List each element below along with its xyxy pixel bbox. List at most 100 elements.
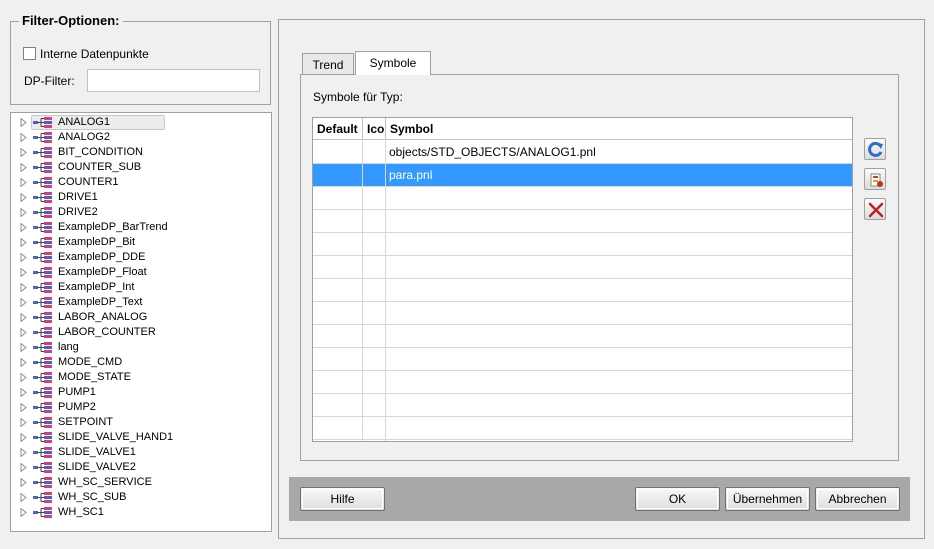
table-cell-symbol[interactable]	[386, 210, 852, 232]
tree-item[interactable]: PUMP1	[11, 385, 271, 400]
table-cell-default[interactable]	[313, 141, 363, 163]
tab-symbole[interactable]: Symbole	[355, 51, 431, 75]
cancel-button[interactable]: Abbrechen	[815, 487, 900, 511]
table-cell-icon[interactable]	[363, 141, 386, 163]
table-cell-icon[interactable]	[363, 440, 386, 441]
table-cell-default[interactable]	[313, 256, 363, 278]
tree-item[interactable]: SETPOINT	[11, 415, 271, 430]
expand-arrow-icon[interactable]	[20, 118, 27, 127]
table-cell-symbol[interactable]	[386, 371, 852, 393]
column-header-symbol[interactable]: Symbol	[386, 118, 852, 140]
table-cell-default[interactable]	[313, 348, 363, 370]
tree-item[interactable]: ExampleDP_Text	[11, 295, 271, 310]
expand-arrow-icon[interactable]	[20, 238, 27, 247]
tree-item[interactable]: lang	[11, 340, 271, 355]
table-cell-icon[interactable]	[363, 348, 386, 370]
expand-arrow-icon[interactable]	[20, 148, 27, 157]
table-cell-default[interactable]	[313, 394, 363, 416]
tree-item[interactable]: SLIDE_VALVE2	[11, 460, 271, 475]
tree-item[interactable]: MODE_CMD	[11, 355, 271, 370]
expand-arrow-icon[interactable]	[20, 493, 27, 502]
tree-item[interactable]: SLIDE_VALVE_HAND1	[11, 430, 271, 445]
table-cell-default[interactable]	[313, 164, 363, 186]
tab-trend[interactable]: Trend	[302, 53, 354, 75]
table-cell-icon[interactable]	[363, 210, 386, 232]
table-cell-symbol[interactable]	[386, 279, 852, 301]
table-cell-symbol[interactable]	[386, 440, 852, 441]
table-cell-symbol[interactable]: objects/STD_OBJECTS/ANALOG1.pnl	[386, 141, 852, 163]
table-cell-symbol[interactable]	[386, 256, 852, 278]
table-cell-symbol[interactable]	[386, 348, 852, 370]
expand-arrow-icon[interactable]	[20, 208, 27, 217]
expand-arrow-icon[interactable]	[20, 448, 27, 457]
table-row[interactable]	[313, 302, 852, 325]
table-cell-symbol[interactable]: para.pnl	[386, 164, 852, 186]
tree-item[interactable]: DRIVE2	[11, 205, 271, 220]
tree-item[interactable]: LABOR_COUNTER	[11, 325, 271, 340]
table-cell-default[interactable]	[313, 325, 363, 347]
table-row[interactable]	[313, 325, 852, 348]
expand-arrow-icon[interactable]	[20, 343, 27, 352]
table-cell-default[interactable]	[313, 187, 363, 209]
datapoint-tree[interactable]: ANALOG1 ANALOG2 BIT_CONDITION COUNTER_SUB CO…	[10, 112, 272, 532]
tree-item[interactable]: PUMP2	[11, 400, 271, 415]
expand-arrow-icon[interactable]	[20, 508, 27, 517]
table-row[interactable]	[313, 256, 852, 279]
expand-arrow-icon[interactable]	[20, 313, 27, 322]
table-cell-default[interactable]	[313, 279, 363, 301]
tree-item[interactable]: ExampleDP_Float	[11, 265, 271, 280]
expand-arrow-icon[interactable]	[20, 253, 27, 262]
table-cell-default[interactable]	[313, 417, 363, 439]
table-cell-icon[interactable]	[363, 187, 386, 209]
table-cell-icon[interactable]	[363, 256, 386, 278]
expand-arrow-icon[interactable]	[20, 358, 27, 367]
dp-filter-input[interactable]	[87, 69, 260, 92]
table-row[interactable]	[313, 348, 852, 371]
table-cell-default[interactable]	[313, 210, 363, 232]
table-cell-icon[interactable]	[363, 371, 386, 393]
expand-arrow-icon[interactable]	[20, 463, 27, 472]
edit-symbol-button[interactable]	[864, 168, 886, 190]
table-row[interactable]	[313, 440, 852, 441]
table-cell-icon[interactable]	[363, 325, 386, 347]
table-cell-symbol[interactable]	[386, 187, 852, 209]
table-cell-symbol[interactable]	[386, 302, 852, 324]
table-row[interactable]	[313, 394, 852, 417]
tree-item[interactable]: ExampleDP_Int	[11, 280, 271, 295]
expand-arrow-icon[interactable]	[20, 193, 27, 202]
tree-item[interactable]: MODE_STATE	[11, 370, 271, 385]
tree-item[interactable]: ANALOG2	[11, 130, 271, 145]
tree-item[interactable]: BIT_CONDITION	[11, 145, 271, 160]
expand-arrow-icon[interactable]	[20, 433, 27, 442]
table-cell-default[interactable]	[313, 233, 363, 255]
table-row[interactable]	[313, 210, 852, 233]
tree-item[interactable]: WH_SC1	[11, 505, 271, 520]
table-cell-icon[interactable]	[363, 164, 386, 186]
table-cell-default[interactable]	[313, 440, 363, 441]
table-cell-symbol[interactable]	[386, 417, 852, 439]
expand-arrow-icon[interactable]	[20, 478, 27, 487]
table-cell-icon[interactable]	[363, 233, 386, 255]
apply-button[interactable]: Übernehmen	[725, 487, 810, 511]
tree-item[interactable]: ExampleDP_DDE	[11, 250, 271, 265]
table-cell-icon[interactable]	[363, 417, 386, 439]
tree-item[interactable]: COUNTER_SUB	[11, 160, 271, 175]
expand-arrow-icon[interactable]	[20, 373, 27, 382]
expand-arrow-icon[interactable]	[20, 178, 27, 187]
table-row[interactable]	[313, 233, 852, 256]
tree-item[interactable]: ExampleDP_BarTrend	[11, 220, 271, 235]
table-row[interactable]	[313, 279, 852, 302]
table-row[interactable]: objects/STD_OBJECTS/ANALOG1.pnl	[313, 141, 852, 164]
tree-item[interactable]: COUNTER1	[11, 175, 271, 190]
expand-arrow-icon[interactable]	[20, 403, 27, 412]
tree-item[interactable]: WH_SC_SERVICE	[11, 475, 271, 490]
tree-item[interactable]: WH_SC_SUB	[11, 490, 271, 505]
refresh-button[interactable]	[864, 138, 886, 160]
expand-arrow-icon[interactable]	[20, 133, 27, 142]
table-cell-symbol[interactable]	[386, 325, 852, 347]
tree-item[interactable]: LABOR_ANALOG	[11, 310, 271, 325]
expand-arrow-icon[interactable]	[20, 328, 27, 337]
expand-arrow-icon[interactable]	[20, 268, 27, 277]
table-row[interactable]	[313, 417, 852, 440]
table-cell-icon[interactable]	[363, 302, 386, 324]
